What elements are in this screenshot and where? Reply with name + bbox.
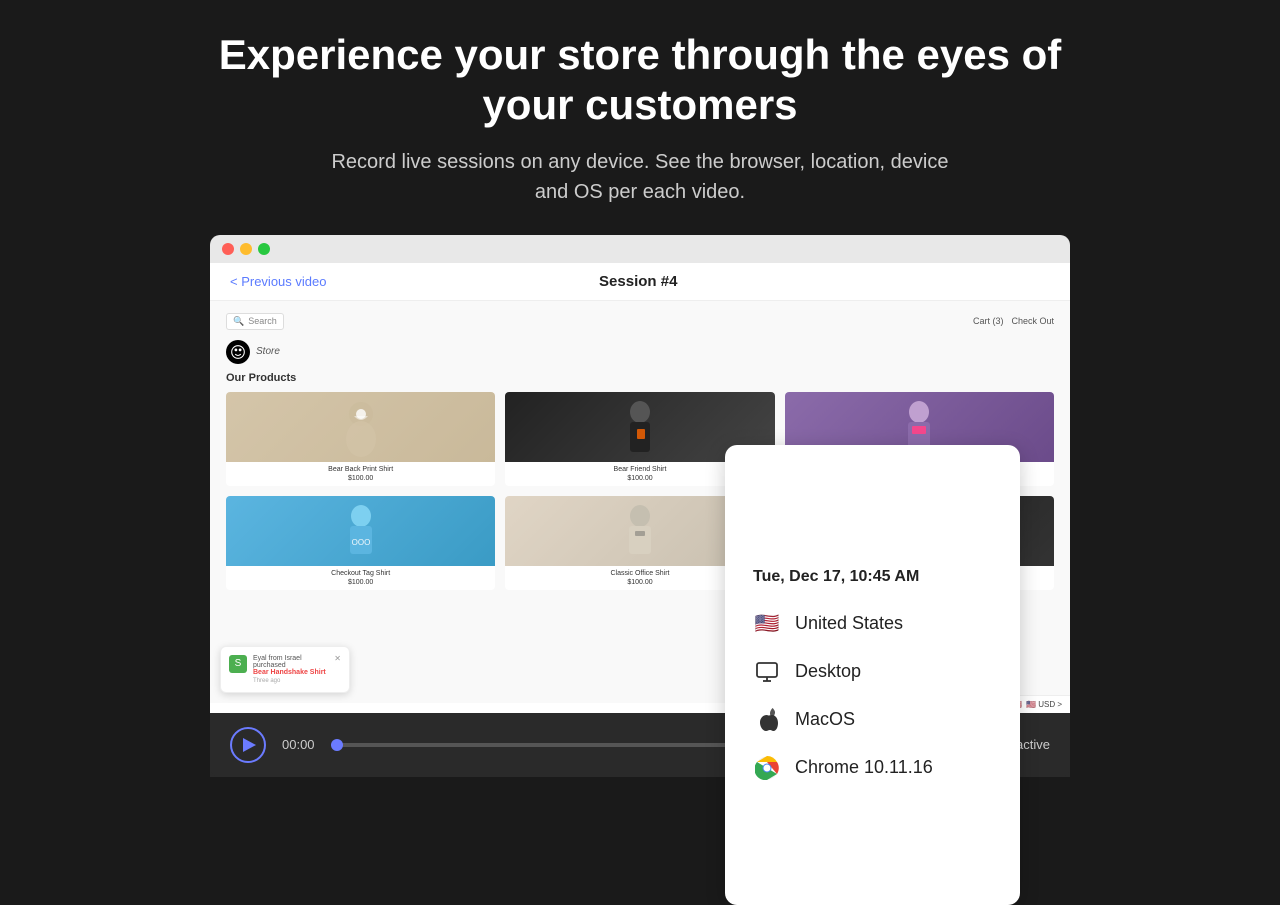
notification-product: Bear Handshake Shirt [253, 669, 328, 676]
notification-time: Three ago [253, 678, 328, 684]
store-nav: 🔍 Search Cart (3) Check Out [226, 309, 1054, 334]
product-name: Bear Back Print Shirt [230, 466, 491, 473]
chrome-icon [753, 754, 781, 782]
search-placeholder: Search [248, 316, 277, 326]
product-image [226, 392, 495, 462]
maximize-button-icon[interactable] [258, 243, 270, 255]
currency-text: 🇺🇸 USD > [1026, 700, 1062, 709]
browser-with-panel: < Previous video Session #4 🔍 Search [210, 235, 1070, 777]
info-panel: Tue, Dec 17, 10:45 AM 🇺🇸 United States D… [725, 445, 1020, 905]
list-item: Bear Back Print Shirt $100.00 [226, 392, 495, 486]
time-start: 00:00 [282, 737, 315, 752]
previous-video-link[interactable]: < Previous video [230, 274, 326, 289]
play-button[interactable] [230, 727, 266, 763]
minimize-button-icon[interactable] [240, 243, 252, 255]
store-logo-icon [226, 340, 250, 364]
list-item: OOO Checkout Tag Shirt $100.00 [226, 496, 495, 590]
store-logo: Store [226, 340, 1054, 364]
session-header: < Previous video Session #4 [210, 263, 1070, 301]
store-logo-text: Store [256, 346, 280, 357]
cart-text[interactable]: Cart (3) [973, 316, 1004, 326]
info-browser-row: Chrome 10.11.16 [753, 754, 992, 782]
product-image: OOO [226, 496, 495, 566]
products-heading: Our Products [226, 372, 1054, 384]
desktop-icon [753, 658, 781, 686]
hero-title: Experience your store through the eyes o… [190, 30, 1090, 131]
store-cart-area: Cart (3) Check Out [973, 316, 1054, 326]
progress-dot[interactable] [331, 739, 343, 751]
info-datetime: Tue, Dec 17, 10:45 AM [753, 568, 992, 586]
notification-popup: S Eyal from Israel purchased Bear Handsh… [220, 646, 350, 693]
checkout-text[interactable]: Check Out [1011, 316, 1054, 326]
progress-bar[interactable] [331, 743, 732, 747]
product-price: $100.00 [230, 475, 491, 482]
notification-from: Eyal from Israel purchased [253, 655, 328, 669]
session-title: Session #4 [599, 273, 677, 290]
svg-text:OOO: OOO [351, 538, 370, 547]
product-info: Bear Back Print Shirt $100.00 [226, 462, 495, 486]
info-device-row: Desktop [753, 658, 992, 686]
search-icon: 🔍 [233, 316, 244, 327]
close-button-icon[interactable] [222, 243, 234, 255]
notification-text: Eyal from Israel purchased Bear Handshak… [253, 655, 328, 684]
notification-close-button[interactable]: ✕ [334, 655, 341, 663]
info-location: United States [795, 613, 903, 634]
main-wrapper: < Previous video Session #4 🔍 Search [210, 235, 1070, 777]
notification-icon: S [229, 655, 247, 673]
product-price: $100.00 [230, 579, 491, 586]
store-search-bar[interactable]: 🔍 Search [226, 313, 284, 330]
flag-icon: 🇺🇸 [753, 610, 781, 638]
info-browser: Chrome 10.11.16 [795, 757, 933, 778]
product-name: Checkout Tag Shirt [230, 570, 491, 577]
play-icon [243, 738, 256, 752]
product-info: Checkout Tag Shirt $100.00 [226, 566, 495, 590]
hero-subtitle: Record live sessions on any device. See … [330, 147, 950, 207]
browser-titlebar [210, 235, 1070, 263]
info-device: Desktop [795, 661, 861, 682]
info-location-row: 🇺🇸 United States [753, 610, 992, 638]
